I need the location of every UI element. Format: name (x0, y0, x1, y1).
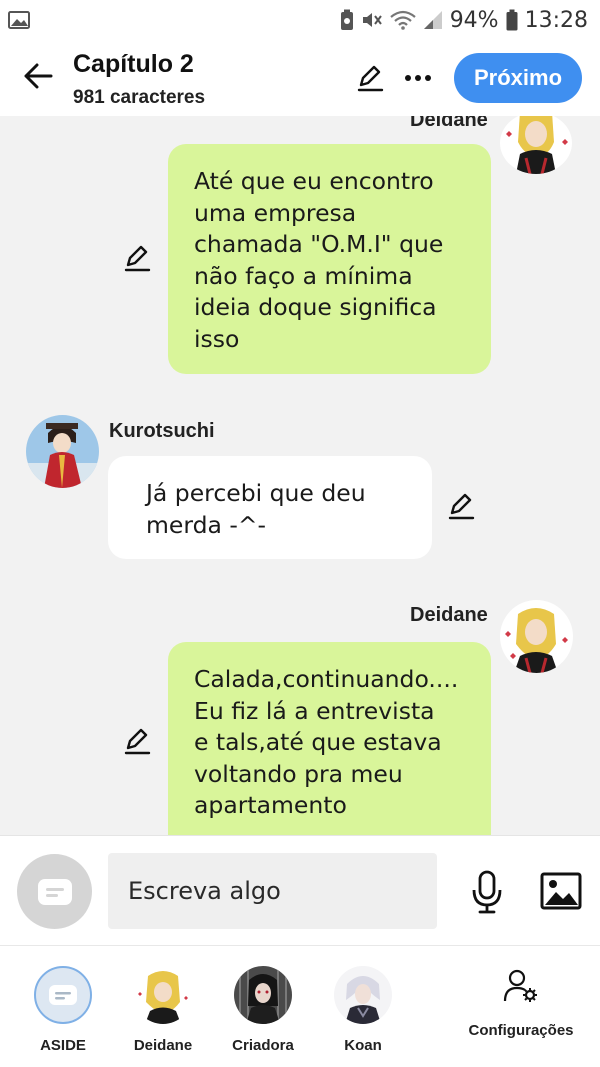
insert-image-button[interactable] (538, 870, 584, 912)
message-line: uma empresa (194, 198, 357, 227)
character-tab-koan[interactable]: Koan (318, 966, 408, 1054)
character-count: 981 caracteres (73, 87, 206, 108)
deidane-avatar[interactable] (500, 600, 573, 673)
pencil-icon (357, 65, 384, 92)
deidane-portrait-icon (134, 966, 192, 1024)
message-bubble[interactable]: Já percebi que deu merda -^- (108, 456, 432, 559)
character-label: ASIDE (40, 1037, 86, 1054)
chat-area[interactable]: Deidane Até que eu encontro uma empresa … (0, 116, 600, 835)
message-line: e tals,até que estava (194, 728, 442, 756)
criadora-portrait-icon (234, 966, 292, 1024)
mute-icon (361, 10, 383, 30)
character-label: Koan (344, 1037, 382, 1054)
kurotsuchi-portrait-icon (26, 415, 99, 488)
pencil-icon (124, 245, 151, 272)
message-line: chamada "O.M.I" que (194, 230, 444, 258)
character-label: Criadora (232, 1037, 294, 1054)
character-tab-deidane[interactable]: Deidane (118, 966, 208, 1054)
character-bar: ASIDE Deidane Criadora Koan Configuraçõe… (0, 945, 600, 1067)
sender-name: Deidane (410, 604, 488, 626)
aside-toggle-button[interactable] (17, 854, 92, 929)
back-button[interactable] (18, 56, 58, 96)
character-label: Deidane (133, 1037, 193, 1054)
sender-name: Kurotsuchi (109, 420, 215, 442)
message-input[interactable] (108, 853, 437, 929)
signal-icon (423, 10, 443, 30)
message-line: Eu fiz lá a entrevista (194, 696, 435, 725)
message-bubble[interactable]: Calada,continuando.... Eu fiz lá a entre… (168, 642, 491, 835)
battery-icon (506, 9, 518, 31)
speech-box-icon (49, 985, 77, 1005)
criadora-avatar (234, 966, 292, 1024)
edit-message-button[interactable] (123, 244, 153, 274)
message-bubble[interactable]: Até que eu encontro uma empresa chamada … (168, 144, 491, 374)
user-settings-icon (503, 969, 537, 1002)
koan-avatar (334, 966, 392, 1024)
edit-chapter-button[interactable] (352, 60, 388, 96)
message-line: não faço a mínima (194, 261, 413, 290)
character-tab-aside[interactable]: ASIDE (18, 966, 108, 1054)
character-tab-criadora[interactable]: Criadora (218, 966, 308, 1054)
message-line: merda -^- (146, 510, 267, 539)
chapter-title: Capítulo 2 (73, 50, 194, 78)
message-line: Até que eu encontro (194, 167, 434, 195)
voice-input-button[interactable] (466, 868, 508, 916)
sender-name: Deidane (410, 116, 488, 131)
status-bar: 94% 13:28 (0, 0, 600, 40)
arrow-left-icon (24, 63, 53, 89)
deidane-avatar[interactable] (500, 116, 572, 174)
settings-label: Configurações (468, 1022, 574, 1039)
battery-saver-icon (340, 9, 354, 31)
speech-box-icon (37, 878, 72, 905)
more-options-button[interactable] (400, 60, 436, 96)
aside-avatar (34, 966, 92, 1024)
message-line: isso (194, 324, 240, 353)
kurotsuchi-avatar[interactable] (26, 415, 99, 488)
message-line: apartamento (194, 791, 347, 819)
wifi-icon (389, 10, 416, 30)
settings-tab[interactable]: Configurações (466, 968, 576, 1039)
chapter-header: Capítulo 2 981 caracteres Próximo (0, 40, 600, 116)
message-composer (0, 835, 600, 945)
message-line: Calada,continuando.... (194, 665, 459, 693)
more-dots-icon (405, 75, 431, 81)
pencil-icon (448, 493, 475, 520)
pencil-icon (124, 728, 151, 755)
microphone-icon (472, 870, 502, 914)
edit-message-button[interactable] (123, 727, 153, 757)
deidane-portrait-icon (500, 600, 573, 673)
deidane-avatar (134, 966, 192, 1024)
battery-level: 94% (449, 7, 499, 33)
clock: 13:28 (524, 7, 588, 33)
message-line: voltando pra meu (194, 759, 403, 788)
next-chapter-button[interactable]: Próximo (454, 53, 582, 103)
koan-portrait-icon (334, 966, 392, 1024)
gallery-notification-icon (8, 11, 30, 29)
image-icon (540, 872, 582, 910)
edit-message-button[interactable] (447, 492, 477, 522)
deidane-portrait-icon (500, 116, 572, 174)
message-line: Já percebi que deu (146, 479, 366, 507)
message-line: ideia doque significa (194, 293, 437, 321)
